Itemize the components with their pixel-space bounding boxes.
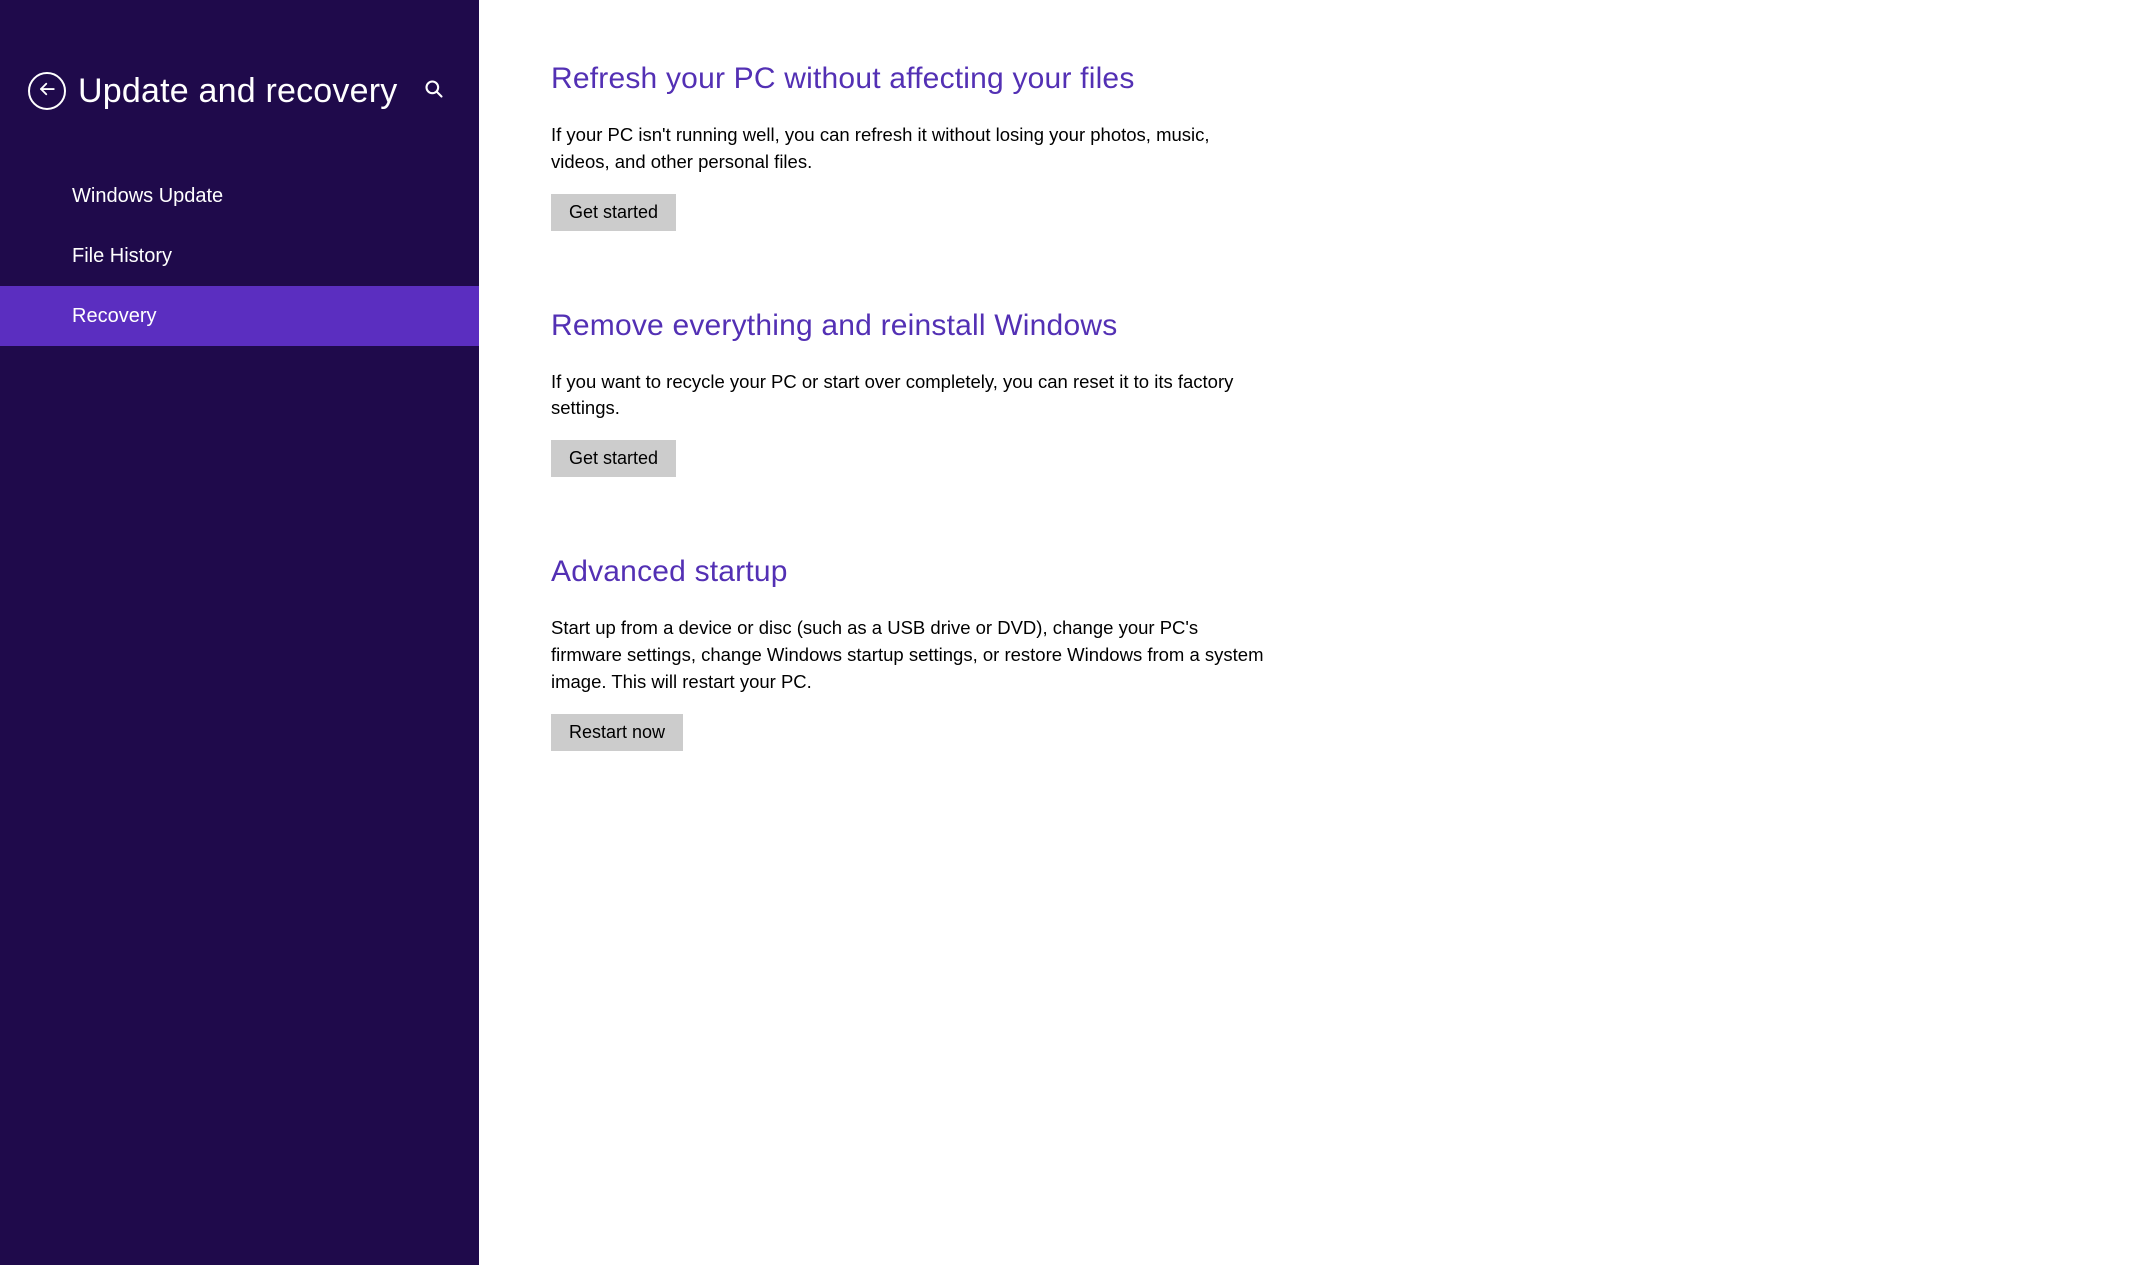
section-body: Start up from a device or disc (such as … [551,615,1271,695]
section-heading: Refresh your PC without affecting your f… [551,62,1271,96]
section-heading: Remove everything and reinstall Windows [551,309,1271,343]
sidebar-item-label: Recovery [72,305,156,328]
back-arrow-icon [38,80,56,103]
section-body: If you want to recycle your PC or start … [551,369,1271,423]
section-refresh-pc: Refresh your PC without affecting your f… [551,62,1271,231]
sidebar-item-recovery[interactable]: Recovery [0,286,479,346]
sidebar: Update and recovery Windows Update File … [0,0,479,1265]
sidebar-item-label: Windows Update [72,185,223,208]
search-icon [424,79,444,104]
back-button[interactable] [28,72,66,110]
page-title: Update and recovery [78,72,397,111]
section-remove-everything: Remove everything and reinstall Windows … [551,309,1271,478]
sidebar-item-file-history[interactable]: File History [0,226,479,286]
search-button[interactable] [417,74,451,108]
sidebar-nav: Windows Update File History Recovery [0,166,479,346]
main-content: Refresh your PC without affecting your f… [479,0,2148,1265]
section-heading: Advanced startup [551,555,1271,589]
sidebar-item-windows-update[interactable]: Windows Update [0,166,479,226]
get-started-refresh-button[interactable]: Get started [551,194,676,231]
sidebar-header: Update and recovery [0,0,479,120]
app-frame: Update and recovery Windows Update File … [0,0,2148,1265]
restart-now-button[interactable]: Restart now [551,714,683,751]
section-advanced-startup: Advanced startup Start up from a device … [551,555,1271,750]
get-started-reset-button[interactable]: Get started [551,440,676,477]
sidebar-item-label: File History [72,245,172,268]
section-body: If your PC isn't running well, you can r… [551,122,1271,176]
